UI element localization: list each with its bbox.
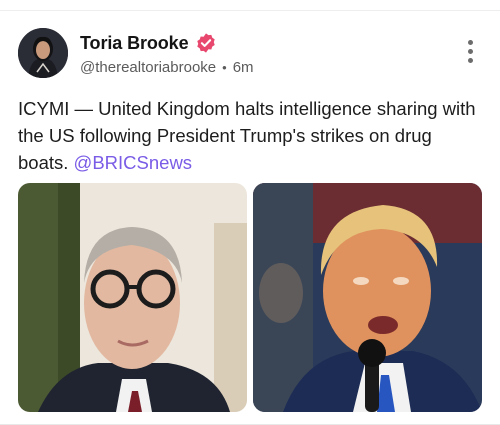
timestamp[interactable]: 6m bbox=[233, 59, 254, 76]
meta-separator: • bbox=[222, 60, 227, 75]
post-text: ICYMI — United Kingdom halts intelligenc… bbox=[18, 95, 483, 176]
portrait-photo-icon bbox=[18, 183, 247, 412]
image-right[interactable] bbox=[253, 183, 482, 412]
handle[interactable]: @therealtoriabrooke bbox=[80, 59, 216, 76]
top-divider bbox=[0, 10, 500, 11]
display-name[interactable]: Toria Brooke bbox=[80, 33, 189, 54]
post-header: Toria Brooke @therealtoriabrooke • 6m bbox=[18, 28, 482, 80]
avatar[interactable] bbox=[18, 28, 68, 78]
more-options-icon[interactable] bbox=[464, 40, 476, 66]
portrait-photo-icon bbox=[253, 183, 482, 412]
media-grid bbox=[18, 183, 482, 412]
image-left[interactable] bbox=[18, 183, 247, 412]
author-block: Toria Brooke @therealtoriabrooke • 6m bbox=[80, 32, 254, 77]
verified-badge-icon bbox=[196, 33, 215, 53]
mention-link[interactable]: @BRICSnews bbox=[74, 152, 193, 173]
